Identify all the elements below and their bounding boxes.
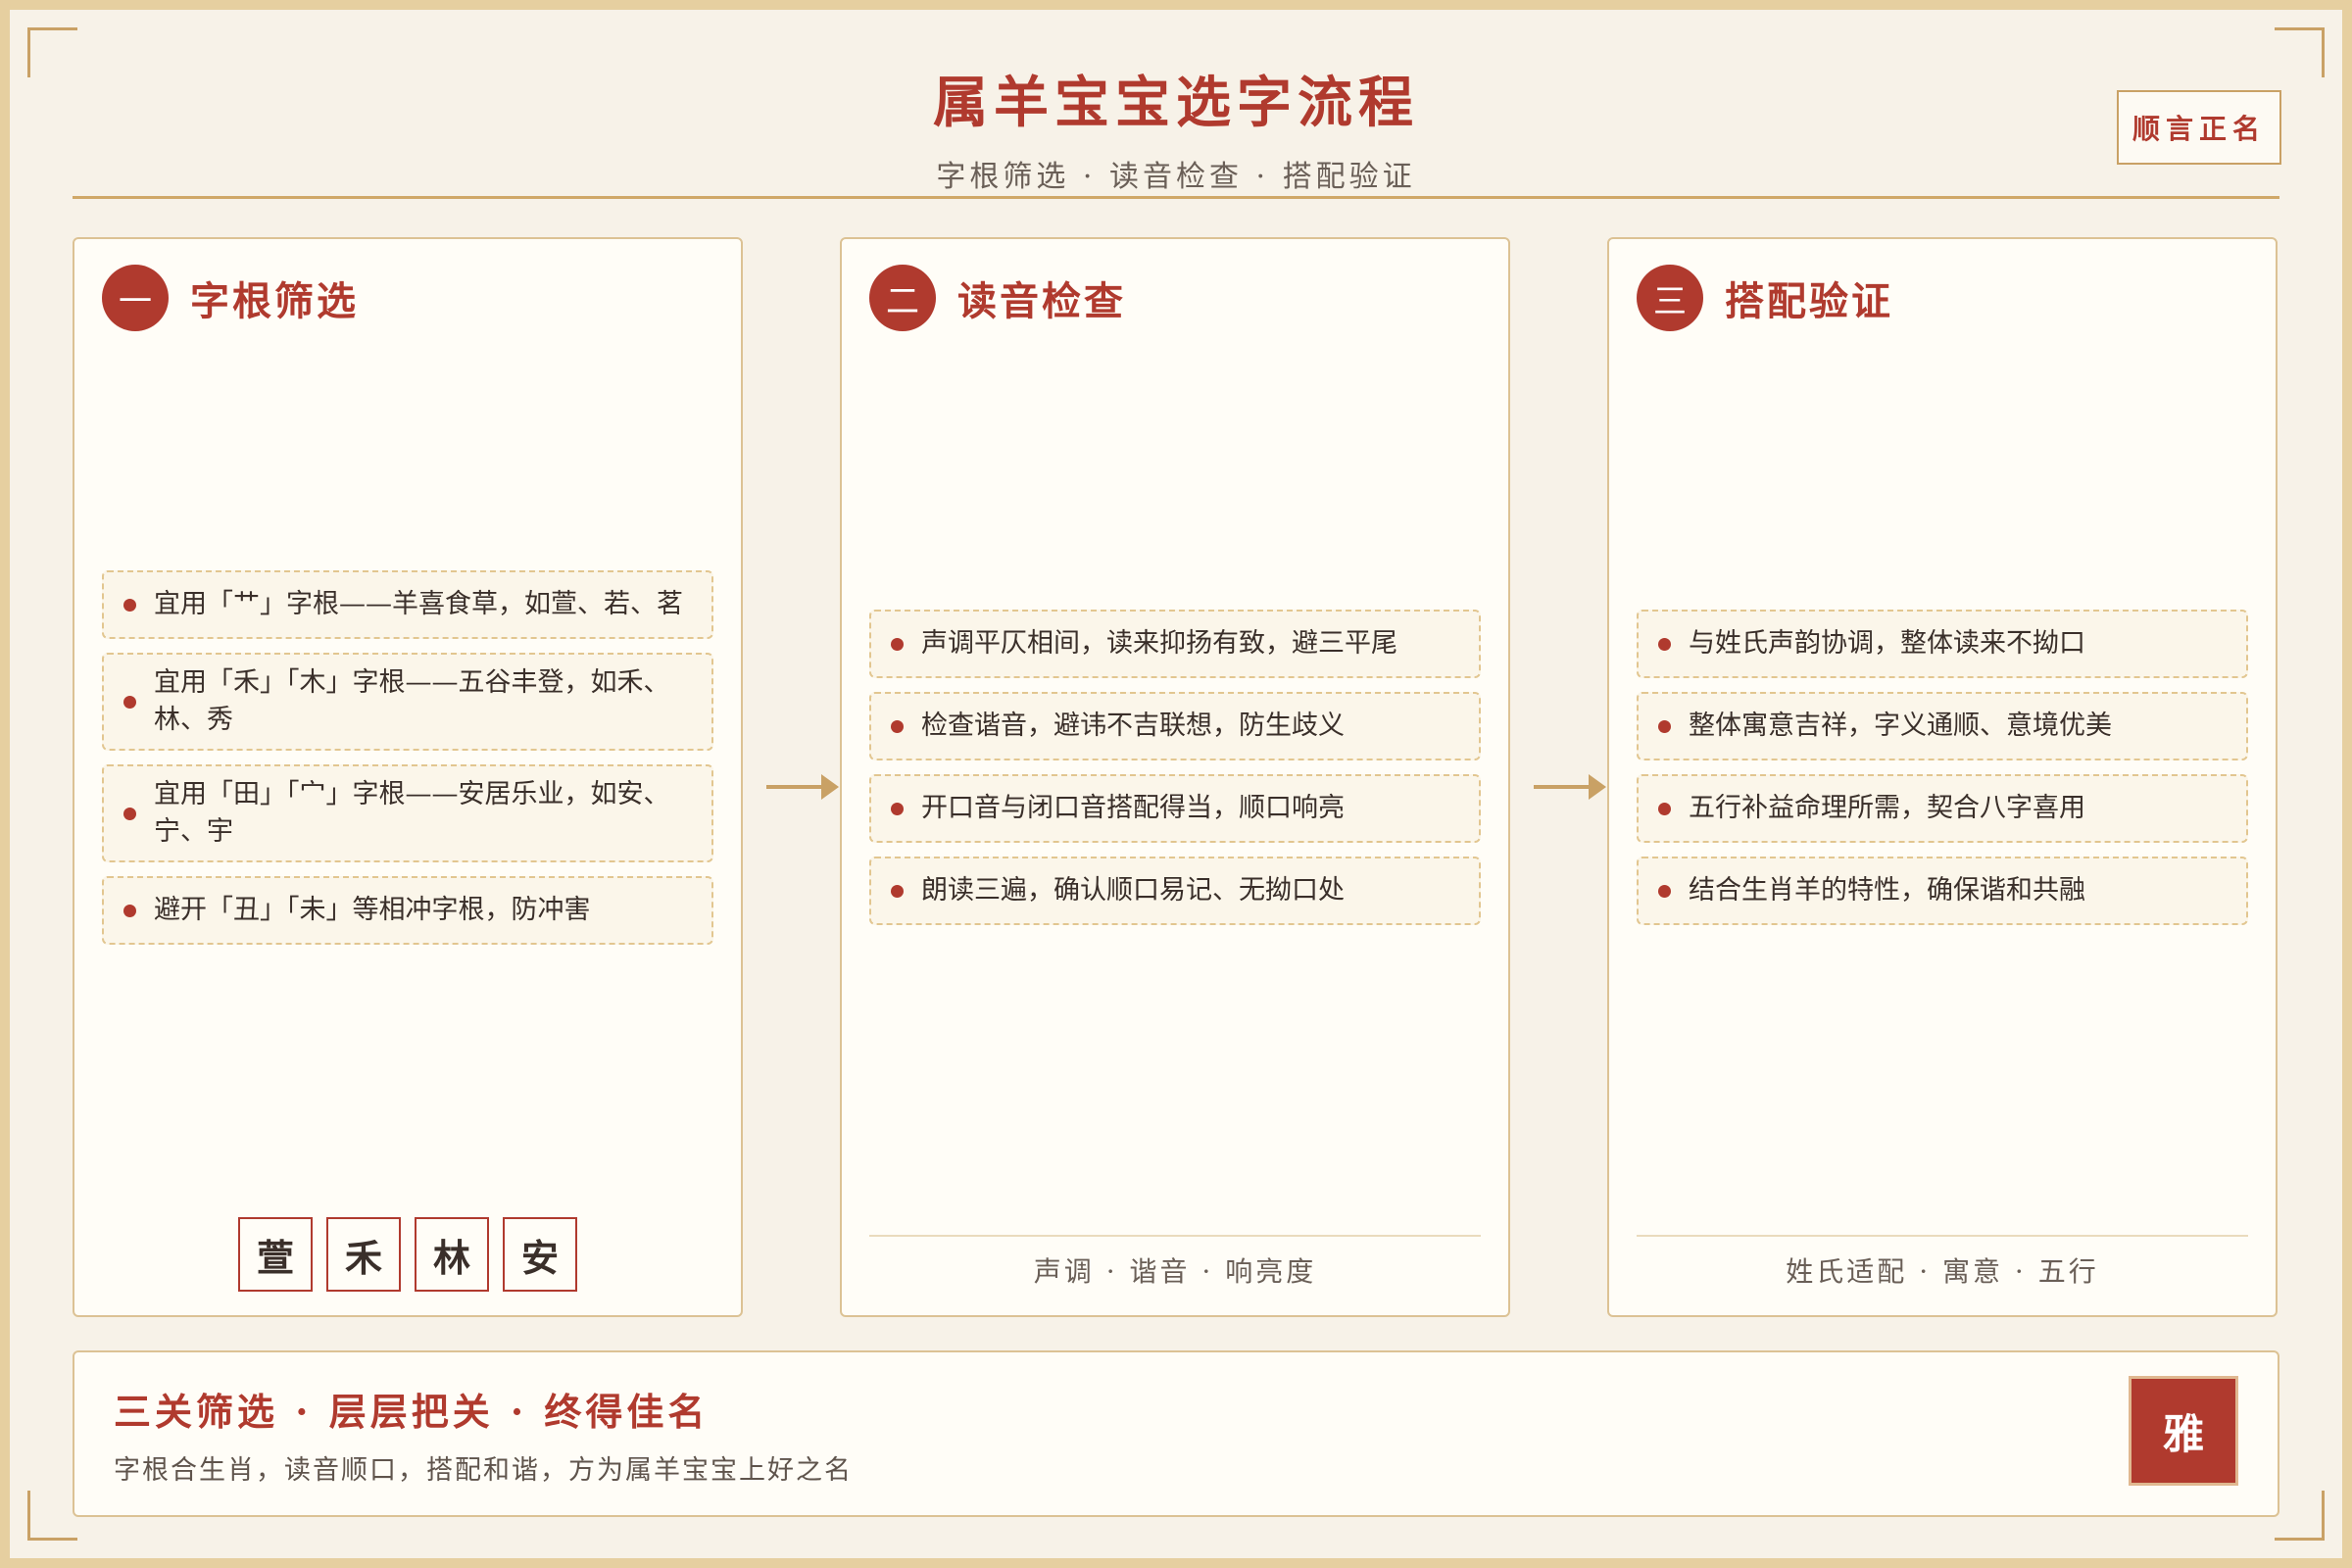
step-title: 搭配验证 xyxy=(1725,278,1893,324)
page-subtitle: 字根筛选 · 读音检查 · 搭配验证 xyxy=(936,160,1416,194)
step-title: 读音检查 xyxy=(957,278,1126,324)
bullet-dot-icon xyxy=(123,807,136,820)
step-item-text: 朗读三遍，确认顺口易记、无拗口处 xyxy=(921,875,1345,906)
step-item: 五行补益命理所需，契合八字喜用 xyxy=(1637,774,2248,843)
summary-title: 三关筛选 · 层层把关 · 终得佳名 xyxy=(114,1390,710,1434)
page-title: 属羊宝宝选字流程 xyxy=(933,71,1419,135)
bullet-dot-icon xyxy=(123,904,136,917)
step-item-text: 开口音与闭口音搭配得当，顺口响亮 xyxy=(921,793,1345,823)
step-card-pronunciation: 二 读音检查 声调平仄相间，读来抑扬有致，避三平尾 检查谐音，避讳不吉联想，防生… xyxy=(840,237,1510,1317)
step-item-text: 宜用「艹」字根——羊喜食草，如萱、若、茗 xyxy=(154,589,683,619)
step-number-badge: 三 xyxy=(1637,265,1703,331)
example-char-tile: 萱 xyxy=(238,1217,313,1292)
bullet-dot-icon xyxy=(1658,884,1671,898)
bullet-dot-icon xyxy=(123,695,136,709)
bullet-dot-icon xyxy=(123,598,136,612)
example-char-tile: 禾 xyxy=(326,1217,401,1292)
step-item-text: 与姓氏声韵协调，整体读来不拗口 xyxy=(1689,628,2085,659)
example-char-tile: 安 xyxy=(503,1217,577,1292)
bullet-dot-icon xyxy=(891,719,904,733)
corner-ornament-bottom-left xyxy=(27,1491,77,1541)
step-header: 三 搭配验证 xyxy=(1637,265,1893,331)
step-number-badge: 二 xyxy=(869,265,936,331)
step-header: 二 读音检查 xyxy=(869,265,1126,331)
flow-arrow-icon xyxy=(766,772,839,802)
page: 属羊宝宝选字流程 字根筛选 · 读音检查 · 搭配验证 顺言正名 一 字根筛选 … xyxy=(0,0,2352,1568)
step-item-text: 整体寓意吉祥，字义通顺、意境优美 xyxy=(1689,710,2112,741)
step-item-text: 宜用「禾」「木」字根——五谷丰登，如禾、林、秀 xyxy=(154,667,670,735)
corner-ornament-bottom-right xyxy=(2275,1491,2325,1541)
header-divider xyxy=(73,196,2279,199)
step-item: 声调平仄相间，读来抑扬有致，避三平尾 xyxy=(869,610,1481,678)
step-item-text: 五行补益命理所需，契合八字喜用 xyxy=(1689,793,2085,823)
example-char-tile: 林 xyxy=(415,1217,489,1292)
step-item: 宜用「田」「宀」字根——安居乐业，如安、宁、宇 xyxy=(102,764,713,862)
step-card-radical: 一 字根筛选 宜用「艹」字根——羊喜食草，如萱、若、茗 宜用「禾」「木」字根——… xyxy=(73,237,743,1317)
step-item-text: 声调平仄相间，读来抑扬有致，避三平尾 xyxy=(921,628,1397,659)
step-item-list: 与姓氏声韵协调，整体读来不拗口 整体寓意吉祥，字义通顺、意境优美 五行补益命理所… xyxy=(1637,337,2248,1198)
example-char-row: 萱 禾 林 安 xyxy=(74,1217,741,1292)
bullet-dot-icon xyxy=(1658,802,1671,815)
step-item: 与姓氏声韵协调，整体读来不拗口 xyxy=(1637,610,2248,678)
step-item: 避开「丑」「未」等相冲字根，防冲害 xyxy=(102,876,713,945)
step-item-text: 避开「丑」「未」等相冲字根，防冲害 xyxy=(154,895,591,925)
step-item: 结合生肖羊的特性，确保谐和共融 xyxy=(1637,857,2248,925)
step-card-matching: 三 搭配验证 与姓氏声韵协调，整体读来不拗口 整体寓意吉祥，字义通顺、意境优美 … xyxy=(1607,237,2278,1317)
step-item-text: 宜用「田」「宀」字根——安居乐业，如安、宁、宇 xyxy=(154,779,670,847)
step-item: 整体寓意吉祥，字义通顺、意境优美 xyxy=(1637,692,2248,760)
step-item-text: 结合生肖羊的特性，确保谐和共融 xyxy=(1689,875,2085,906)
bullet-dot-icon xyxy=(891,802,904,815)
step-item: 开口音与闭口音搭配得当，顺口响亮 xyxy=(869,774,1481,843)
step-item: 宜用「禾」「木」字根——五谷丰登，如禾、林、秀 xyxy=(102,653,713,751)
stamp-badge: 顺言正名 xyxy=(2117,90,2281,165)
step-item-list: 宜用「艹」字根——羊喜食草，如萱、若、茗 宜用「禾」「木」字根——五谷丰登，如禾… xyxy=(102,337,713,1178)
bullet-dot-icon xyxy=(1658,637,1671,651)
step-item-text: 检查谐音，避讳不吉联想，防生歧义 xyxy=(921,710,1345,741)
step-item: 宜用「艹」字根——羊喜食草，如萱、若、茗 xyxy=(102,570,713,639)
bullet-dot-icon xyxy=(891,637,904,651)
summary-subtitle: 字根合生肖，读音顺口，搭配和谐，方为属羊宝宝上好之名 xyxy=(114,1455,853,1486)
step-item: 检查谐音，避讳不吉联想，防生歧义 xyxy=(869,692,1481,760)
page-header: 属羊宝宝选字流程 字根筛选 · 读音检查 · 搭配验证 xyxy=(10,59,2342,195)
step-footer: 姓氏适配 · 寓意 · 五行 xyxy=(1637,1235,2248,1290)
bullet-dot-icon xyxy=(1658,719,1671,733)
step-title: 字根筛选 xyxy=(190,278,359,324)
step-header: 一 字根筛选 xyxy=(102,265,359,331)
step-item: 朗读三遍，确认顺口易记、无拗口处 xyxy=(869,857,1481,925)
summary-banner: 三关筛选 · 层层把关 · 终得佳名 字根合生肖，读音顺口，搭配和谐，方为属羊宝… xyxy=(73,1350,2279,1517)
bullet-dot-icon xyxy=(891,884,904,898)
flow-arrow-icon xyxy=(1534,772,1606,802)
step-footer: 声调 · 谐音 · 响亮度 xyxy=(869,1235,1481,1290)
step-item-list: 声调平仄相间，读来抑扬有致，避三平尾 检查谐音，避讳不吉联想，防生歧义 开口音与… xyxy=(869,337,1481,1198)
seal-stamp: 雅 xyxy=(2129,1376,2238,1486)
step-number-badge: 一 xyxy=(102,265,169,331)
